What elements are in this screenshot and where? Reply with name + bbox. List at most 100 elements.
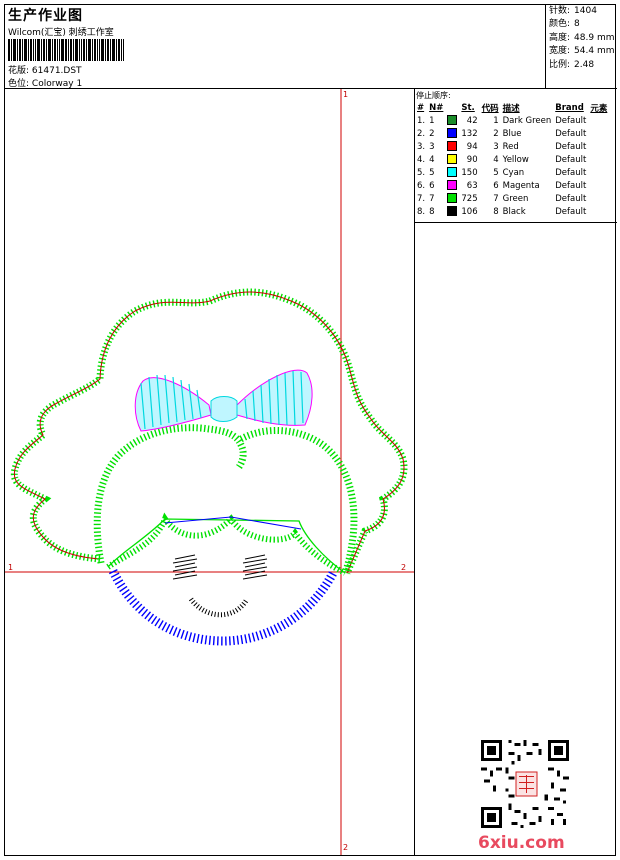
bow-knot [210, 396, 238, 422]
legend-row: 8. 8 106 8 Black Default [415, 205, 609, 218]
row-description: Red [502, 141, 519, 152]
row-number: 6 [429, 180, 435, 191]
row-stitches: 42 [466, 115, 478, 126]
color-swatch [445, 205, 459, 218]
row-code: 6 [493, 180, 499, 191]
row-index: 3. [417, 141, 426, 152]
row-element [588, 192, 609, 205]
row-brand: Default [555, 180, 587, 191]
legend-row: 4. 4 90 4 Yellow Default [415, 153, 609, 166]
face-outline-stitches [108, 569, 337, 646]
sheet-header: 生产作业图 Wilcom(汇宝) 刺绣工作室 花版: 61471.DST 色位:… [5, 5, 617, 89]
embroidery-drawing [5, 89, 414, 855]
col-index: # [417, 102, 425, 113]
row-element [588, 114, 609, 127]
row-description: Blue [502, 128, 522, 139]
color-swatch [445, 153, 459, 166]
company-name: Wilcom(汇宝) 刺绣工作室 [8, 28, 114, 38]
row-index: 7. [417, 193, 426, 204]
row-brand: Default [555, 115, 587, 126]
left-eye [172, 554, 198, 580]
row-stitches: 725 [461, 193, 478, 204]
right-eye [242, 554, 268, 580]
row-number: 7 [429, 193, 435, 204]
row-number: 8 [429, 206, 435, 217]
row-brand: Default [555, 206, 587, 217]
row-brand: Default [555, 167, 587, 178]
row-stitches: 106 [461, 206, 478, 217]
row-number: 4 [429, 154, 435, 165]
colorway: 色位: Colorway 1 [8, 79, 83, 89]
row-description: Green [502, 193, 529, 204]
barcode [8, 39, 124, 61]
col-brand: Brand [555, 102, 584, 113]
production-sheet: 生产作业图 Wilcom(汇宝) 刺绣工作室 花版: 61471.DST 色位:… [4, 4, 617, 856]
row-brand: Default [555, 141, 587, 152]
row-number: 5 [429, 167, 435, 178]
row-stitches: 63 [466, 180, 478, 191]
legend-row: 7. 7 725 7 Green Default [415, 192, 609, 205]
row-index: 6. [417, 180, 426, 191]
design-name: 花版: 61471.DST [8, 66, 82, 76]
row-brand: Default [555, 193, 587, 204]
row-number: 3 [429, 141, 435, 152]
row-element [588, 179, 609, 192]
inner-hair-left [93, 424, 247, 564]
table-header-row: # N# St. 代码 描述 Brand 元素 [415, 101, 609, 114]
stat-scale: 比例: 2.48 [549, 59, 595, 70]
color-swatch [445, 140, 459, 153]
legend-row: 6. 6 63 6 Magenta Default [415, 179, 609, 192]
row-index: 4. [417, 154, 426, 165]
axis-label-left: 1 [8, 563, 14, 572]
color-swatch [445, 192, 459, 205]
row-number: 2 [429, 128, 435, 139]
row-index: 2. [417, 128, 426, 139]
stat-height: 高度: 48.9 mm [549, 32, 615, 43]
qr-code [481, 740, 569, 828]
legend-row: 2. 2 132 2 Blue Default [415, 127, 609, 140]
row-index: 8. [417, 206, 426, 217]
row-element [588, 140, 609, 153]
axis-label-bottom: 2 [343, 843, 349, 852]
col-number: N# [429, 102, 444, 113]
stat-stitches: 针数: 1404 [549, 6, 597, 16]
row-description: Black [502, 206, 526, 217]
mouth [188, 597, 250, 618]
row-number: 1 [429, 115, 435, 126]
row-description: Yellow [502, 154, 529, 165]
stat-width: 宽度: 54.4 mm [549, 46, 615, 57]
col-code: 代码 [481, 103, 499, 114]
stop-sequence-panel: 停止顺序: # N# St. 代码 描述 Brand 元素 1. 1 42 1 Dark… [414, 89, 617, 223]
inner-hair-right [239, 426, 358, 575]
legend-row: 3. 3 94 3 Red Default [415, 140, 609, 153]
row-stitches: 94 [466, 141, 478, 152]
col-stitches: St. [461, 102, 475, 113]
stop-sequence-table: # N# St. 代码 描述 Brand 元素 1. 1 42 1 Dark Green… [415, 101, 609, 218]
row-element [588, 205, 609, 218]
row-description: Cyan [502, 167, 525, 178]
row-element [588, 127, 609, 140]
legend-row: 1. 1 42 1 Dark Green Default [415, 114, 609, 127]
sheet-title: 生产作业图 [8, 8, 83, 24]
axis-label-top: 1 [343, 90, 349, 99]
legend-row: 5. 5 150 5 Cyan Default [415, 166, 609, 179]
hair-outline-stitches [10, 288, 408, 575]
row-index: 1. [417, 115, 426, 126]
col-swatch [445, 101, 459, 114]
axis-label-right: 2 [401, 563, 407, 572]
stop-sequence-caption: 停止顺序: [416, 91, 451, 100]
color-swatch [445, 179, 459, 192]
row-brand: Default [555, 154, 587, 165]
hair-outline-run [13, 291, 405, 574]
col-description: 描述 [502, 103, 520, 114]
row-code: 3 [493, 141, 499, 152]
col-element: 元素 [590, 103, 608, 114]
row-code: 1 [493, 115, 499, 126]
row-stitches: 90 [466, 154, 478, 165]
row-code: 8 [493, 206, 499, 217]
color-swatch [445, 166, 459, 179]
row-stitches: 132 [461, 128, 478, 139]
row-stitches: 150 [461, 167, 478, 178]
row-element [588, 166, 609, 179]
row-code: 2 [493, 128, 499, 139]
